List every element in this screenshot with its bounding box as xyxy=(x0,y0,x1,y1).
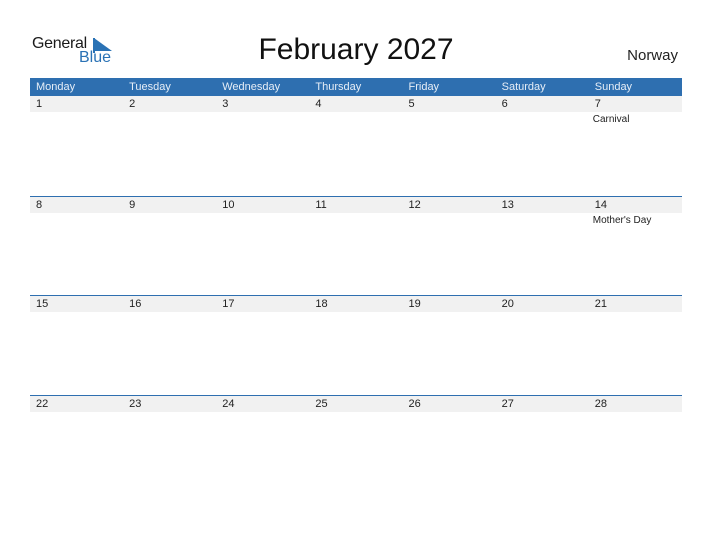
day-number: 7 xyxy=(588,96,682,112)
weekday-label: Friday xyxy=(408,81,440,93)
holiday-label xyxy=(216,112,309,114)
holiday-label xyxy=(216,213,309,215)
day-number: 5 xyxy=(402,96,496,112)
day-number: 13 xyxy=(495,196,589,213)
holiday-label xyxy=(123,112,216,114)
weekday-label: Thursday xyxy=(315,81,362,93)
weekday-label: Wednesday xyxy=(222,81,281,93)
day-cell: 25 xyxy=(309,395,403,495)
holiday-label: Carnival xyxy=(592,114,630,125)
day-cell: 7 Carnival xyxy=(588,96,682,196)
weekday-header: Monday Tuesday Wednesday Thursday Friday… xyxy=(30,78,682,96)
holiday-label: Mother's Day xyxy=(592,214,652,226)
day-number: 25 xyxy=(309,395,403,412)
day-cell: 22 xyxy=(30,395,124,495)
day-cell: 8 xyxy=(30,196,124,296)
day-cell: 18 xyxy=(309,296,403,395)
day-number: 16 xyxy=(123,296,217,312)
day-cell: 12 xyxy=(402,196,496,296)
holiday-label xyxy=(496,312,589,314)
day-cell: 2 xyxy=(123,96,217,196)
holiday-label xyxy=(309,213,402,215)
weekday-label: Sunday xyxy=(594,81,633,93)
day-cell: 15 xyxy=(30,296,124,395)
day-number: 24 xyxy=(216,395,310,412)
holiday-label xyxy=(123,213,216,215)
day-cell: 6 xyxy=(495,96,589,196)
day-cell: 14 Mother's Day xyxy=(588,196,682,296)
country-label: Norway xyxy=(627,47,678,64)
day-cell: 21 xyxy=(588,296,682,395)
day-number: 1 xyxy=(30,96,124,112)
holiday-label xyxy=(496,213,589,215)
day-cell: 4 xyxy=(309,96,403,196)
day-cell: 26 xyxy=(402,395,496,495)
week-row: 1 2 3 4 5 6 7 Carnival xyxy=(30,96,682,196)
day-number: 11 xyxy=(309,196,403,213)
weekday-label: Tuesday xyxy=(129,81,171,93)
day-cell: 5 xyxy=(402,96,496,196)
day-number: 28 xyxy=(588,395,682,412)
day-cell: 11 xyxy=(309,196,403,296)
day-number: 23 xyxy=(123,395,217,412)
day-number: 10 xyxy=(216,196,310,213)
day-cell: 19 xyxy=(402,296,496,395)
holiday-label xyxy=(30,312,123,314)
day-number: 2 xyxy=(123,96,217,112)
holiday-label xyxy=(30,112,123,114)
day-number: 4 xyxy=(309,96,403,112)
holiday-label xyxy=(309,412,402,414)
holiday-label xyxy=(309,112,402,114)
day-cell: 28 xyxy=(588,395,682,495)
calendar-grid: Monday Tuesday Wednesday Thursday Friday… xyxy=(30,78,682,494)
day-number: 15 xyxy=(30,296,124,312)
week-row: 22 23 24 25 26 27 28 xyxy=(30,394,682,495)
day-cell: 16 xyxy=(123,296,217,395)
holiday-label xyxy=(403,412,496,414)
weekday-label: Saturday xyxy=(501,81,546,93)
holiday-label xyxy=(30,412,123,414)
day-cell: 17 xyxy=(216,296,310,395)
day-number: 8 xyxy=(30,196,124,213)
day-number: 6 xyxy=(495,96,589,112)
day-number: 14 xyxy=(588,196,682,213)
holiday-label xyxy=(403,312,496,314)
day-number: 21 xyxy=(588,296,682,312)
day-number: 17 xyxy=(216,296,310,312)
day-cell: 20 xyxy=(495,296,589,395)
day-cell: 27 xyxy=(495,395,589,495)
holiday-label xyxy=(403,213,496,215)
day-cell: 1 xyxy=(30,96,124,196)
day-number: 20 xyxy=(495,296,589,312)
day-number: 9 xyxy=(123,196,217,213)
holiday-label xyxy=(589,312,682,314)
holiday-label xyxy=(589,412,682,414)
day-cell: 9 xyxy=(123,196,217,296)
holiday-label xyxy=(496,412,589,414)
day-number: 27 xyxy=(495,395,589,412)
holiday-label xyxy=(309,312,402,314)
calendar-title: February 2027 xyxy=(258,33,454,66)
holiday-label xyxy=(496,112,589,114)
day-number: 3 xyxy=(216,96,310,112)
day-number: 19 xyxy=(402,296,496,312)
holiday-label xyxy=(216,312,309,314)
day-number: 12 xyxy=(402,196,496,213)
day-number: 18 xyxy=(309,296,403,312)
day-cell: 10 xyxy=(216,196,310,296)
holiday-label xyxy=(123,412,216,414)
day-number: 26 xyxy=(402,395,496,412)
day-cell: 13 xyxy=(495,196,589,296)
day-cell: 23 xyxy=(123,395,217,495)
holiday-label xyxy=(30,213,123,215)
weekday-label: Monday xyxy=(36,81,76,93)
day-cell: 3 xyxy=(216,96,310,196)
week-row: 15 16 17 18 19 20 21 xyxy=(30,295,682,395)
day-cell: 24 xyxy=(216,395,310,495)
day-number: 22 xyxy=(30,395,124,412)
holiday-label xyxy=(216,412,309,414)
week-row: 8 9 10 11 12 13 14 Mother's Day xyxy=(30,195,682,296)
holiday-label xyxy=(403,112,496,114)
holiday-label xyxy=(123,312,216,314)
